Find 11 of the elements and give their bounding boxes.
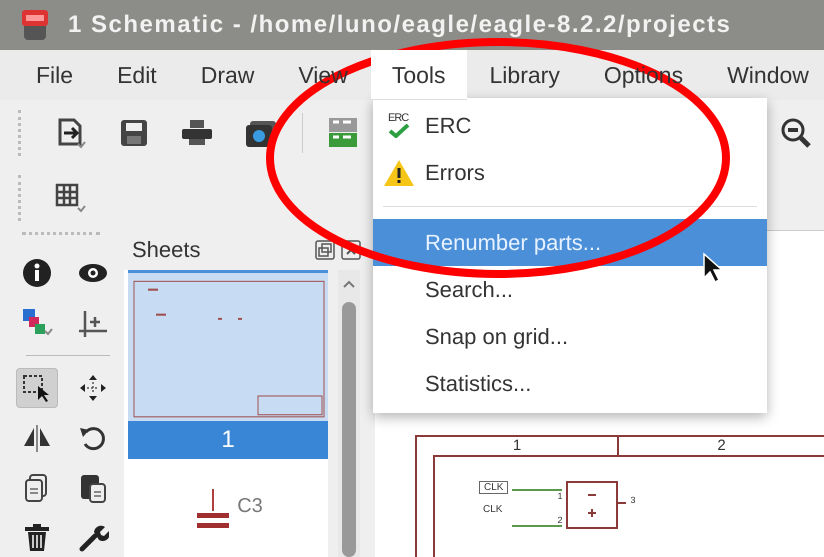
sheet-label: 1 [128, 421, 328, 459]
net-label: CLK [482, 504, 504, 515]
panel-title: Sheets [131, 237, 202, 263]
net-label: CLK [479, 481, 508, 494]
pin-number: 3 [630, 495, 636, 505]
window-title: 1 Schematic - /home/luno/eagle/eagle-8.2.2/projects [68, 11, 732, 39]
pin-number: 2 [557, 515, 562, 525]
frame-column-number: 1 [417, 437, 619, 455]
part-label: C3 [237, 495, 263, 518]
frame-column-number: 2 [716, 437, 727, 455]
pin-number: 1 [557, 491, 562, 501]
